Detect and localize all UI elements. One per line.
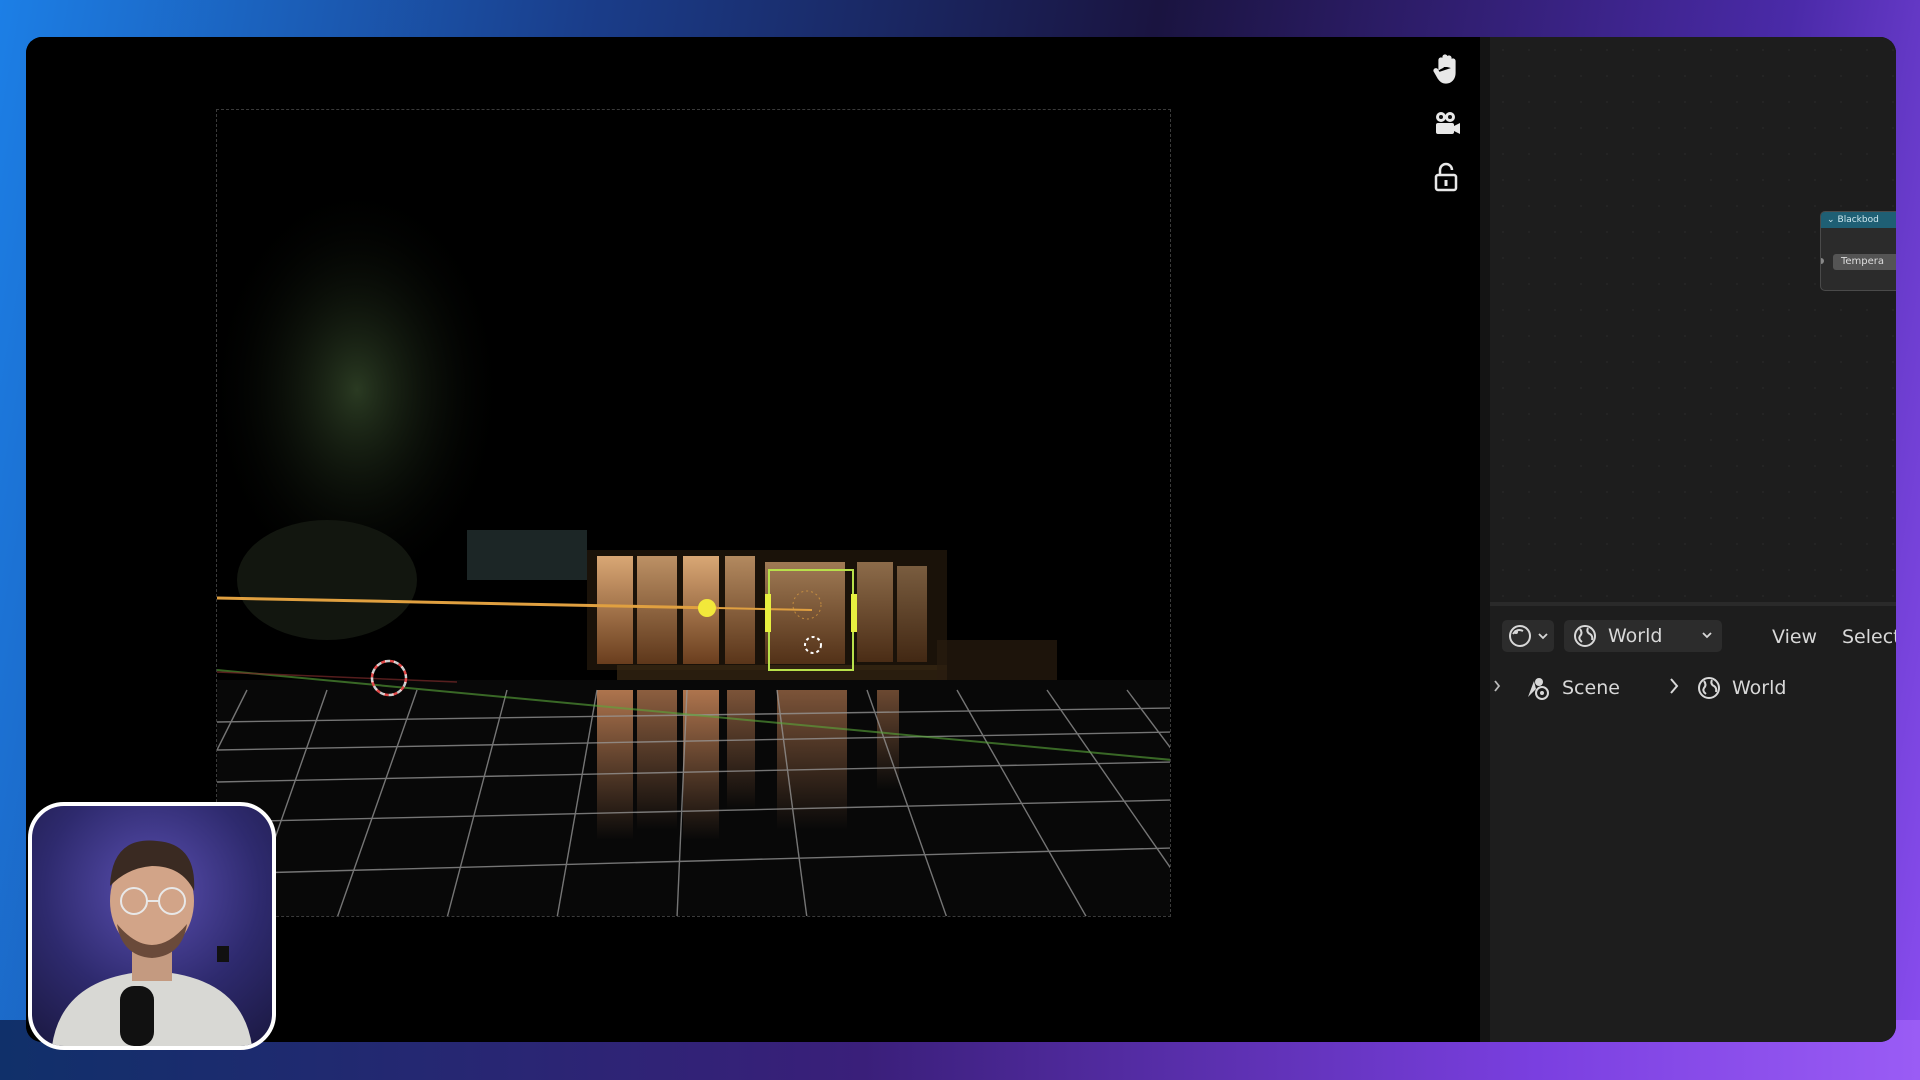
- breadcrumb: Scene World: [1490, 667, 1896, 707]
- camera-view-icon[interactable]: [1426, 104, 1466, 144]
- breadcrumb-world[interactable]: World: [1696, 675, 1786, 701]
- chevron-down-icon: [1538, 633, 1548, 640]
- panel-separator[interactable]: [1490, 602, 1896, 606]
- camera-frame: [216, 109, 1171, 917]
- world-shader-icon: [1509, 625, 1531, 647]
- area-divider[interactable]: [1480, 37, 1490, 1042]
- window-reflection: [597, 690, 633, 840]
- scene-render: [217, 180, 1170, 916]
- menu-view[interactable]: View: [1772, 626, 1817, 648]
- chevron-down-icon: [1702, 632, 1712, 639]
- editor-type-dropdown[interactable]: [1502, 620, 1554, 652]
- area-light-handle: [765, 594, 771, 632]
- area-light-handle: [851, 594, 857, 632]
- webcam-overlay: [28, 802, 276, 1050]
- world-icon: [1698, 677, 1720, 699]
- breadcrumb-scene[interactable]: Scene: [1522, 675, 1620, 701]
- world-selector[interactable]: World: [1564, 620, 1722, 652]
- world-icon: [1574, 625, 1596, 647]
- blackbody-node[interactable]: ⌄ Blackbod Tempera: [1820, 211, 1896, 291]
- house-window: [857, 562, 893, 662]
- breadcrumb-separator-icon: [1668, 675, 1680, 697]
- node-input-socket[interactable]: [1821, 258, 1824, 264]
- node-title: ⌄ Blackbod: [1821, 212, 1896, 228]
- hand-pan-icon[interactable]: [1426, 49, 1466, 89]
- background-wall: [467, 530, 587, 580]
- bush-silhouette: [237, 520, 417, 640]
- blender-window: ⌄ Blackbod Tempera World View Select Sce…: [26, 37, 1896, 1042]
- house-window: [725, 556, 755, 664]
- house-window: [765, 562, 845, 664]
- house-window: [597, 556, 633, 664]
- house-window: [637, 556, 677, 664]
- menu-select[interactable]: Select: [1842, 626, 1896, 648]
- world-shader-editor: ⌄ Blackbod Tempera World View Select Sce…: [1490, 37, 1896, 1042]
- scene-icon: [1528, 678, 1549, 700]
- node-canvas[interactable]: ⌄ Blackbod Tempera: [1490, 37, 1896, 602]
- editor-header: World View Select: [1490, 612, 1896, 660]
- breadcrumb-world-label: World: [1732, 677, 1787, 699]
- world-selector-label: World: [1608, 625, 1663, 647]
- house-window: [897, 566, 927, 662]
- light-gizmo: [698, 599, 716, 617]
- window-reflection: [683, 690, 719, 840]
- lock-camera-icon[interactable]: [1426, 157, 1466, 197]
- breadcrumb-expand-icon[interactable]: [1492, 675, 1502, 697]
- shrub-row: [937, 640, 1057, 680]
- presenter-video: [52, 840, 252, 1046]
- breadcrumb-scene-label: Scene: [1562, 677, 1620, 699]
- temperature-field[interactable]: Tempera: [1833, 254, 1896, 270]
- window-reflection: [877, 690, 899, 790]
- window-reflection: [727, 690, 755, 810]
